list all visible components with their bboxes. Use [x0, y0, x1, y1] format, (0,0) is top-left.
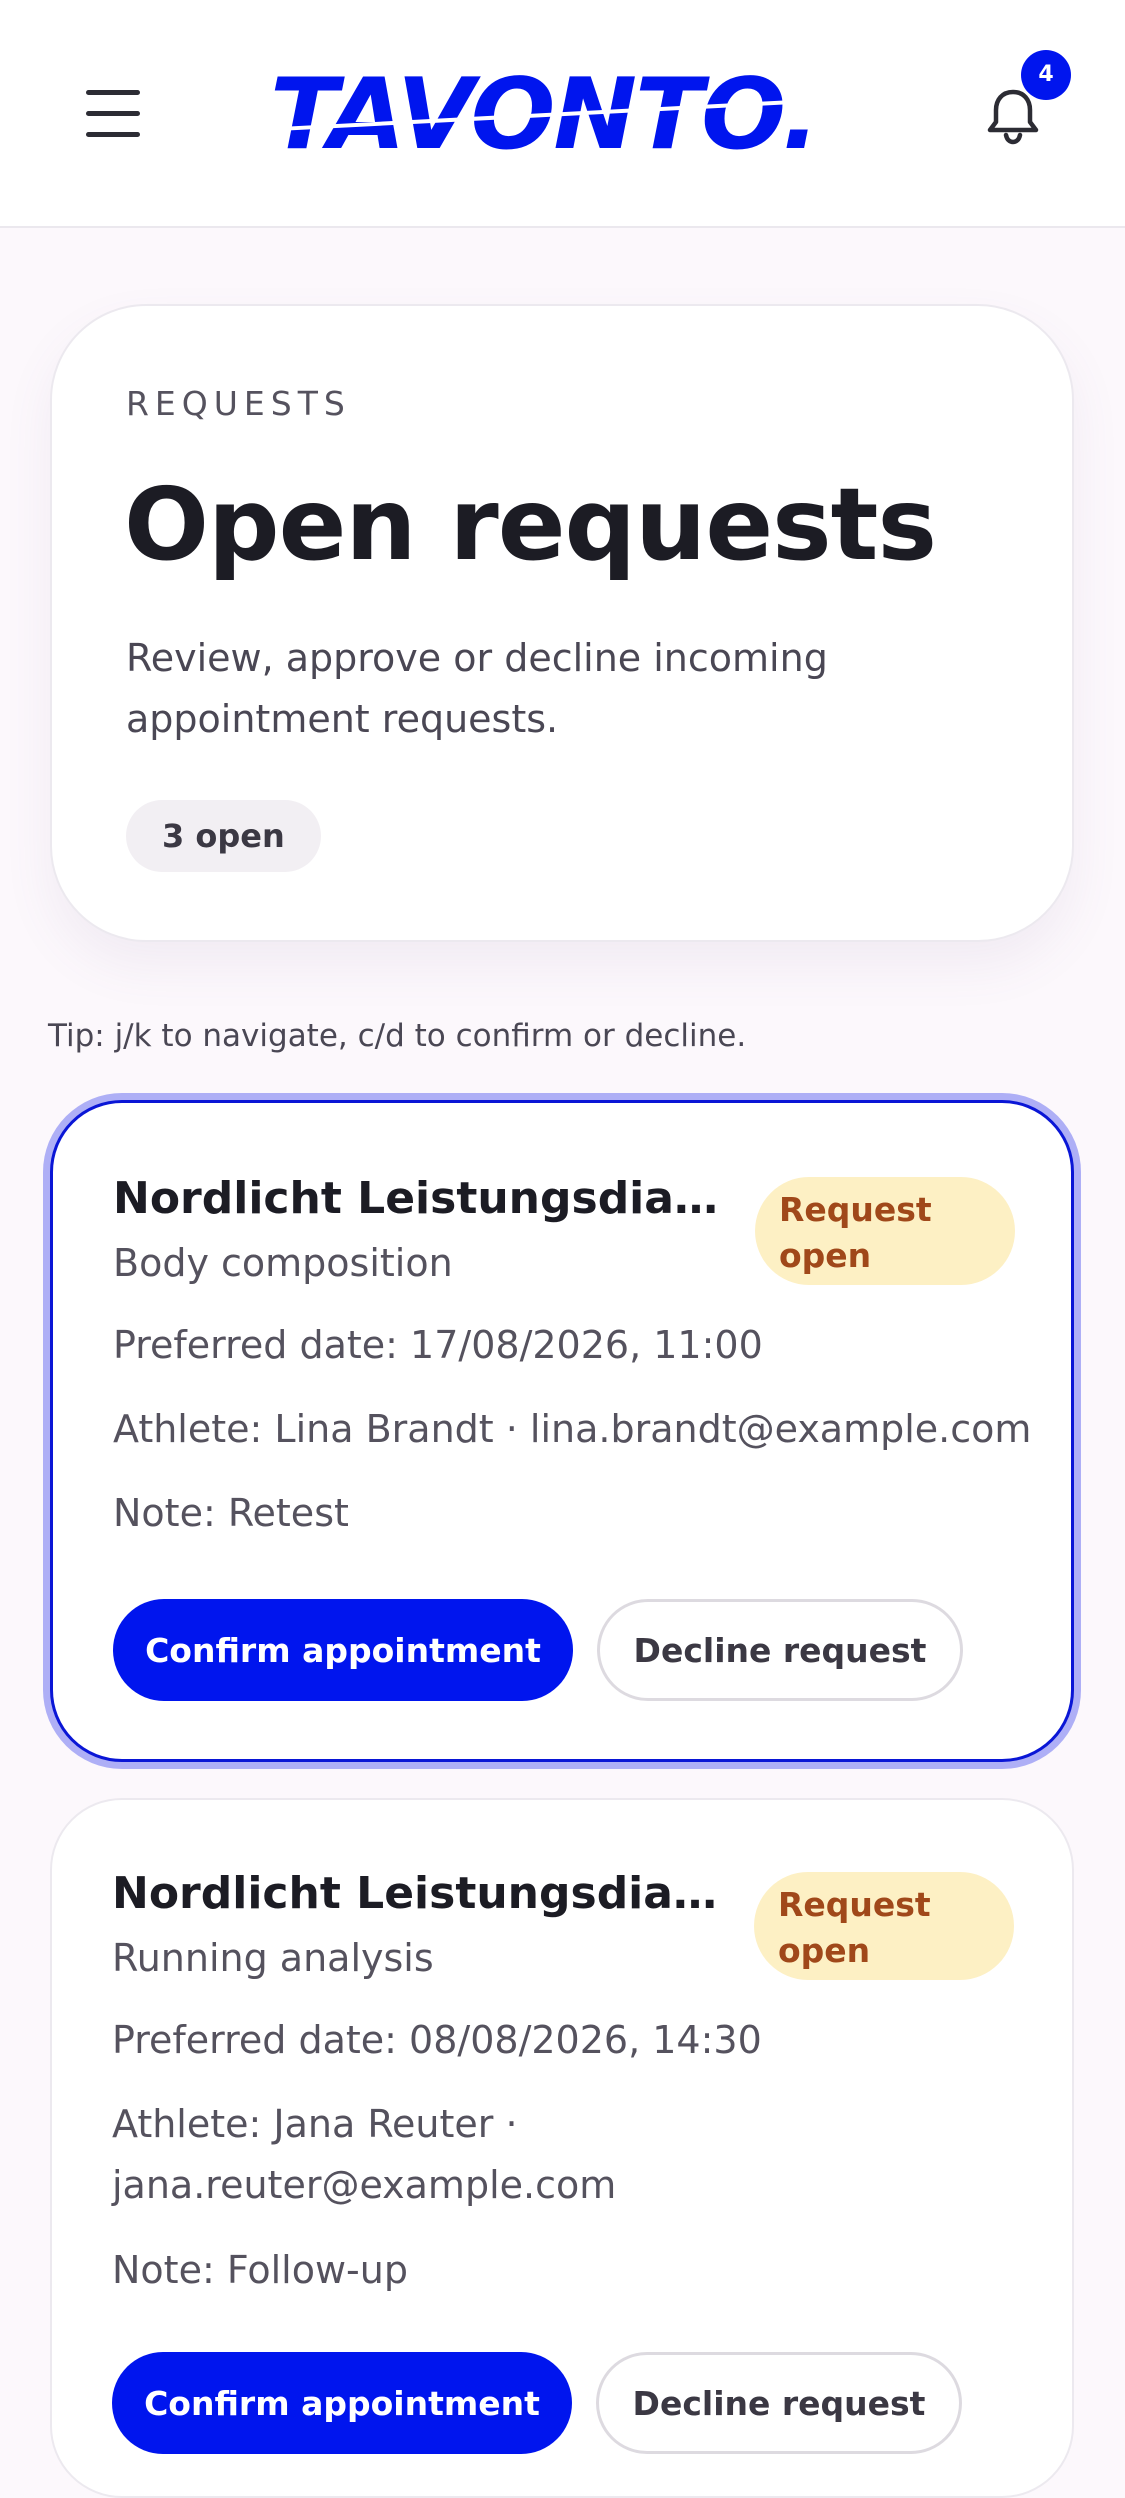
- decline-request-button[interactable]: Decline request: [597, 1599, 963, 1701]
- status-badge: Request open: [754, 1872, 1014, 1980]
- section-eyebrow: REQUESTS: [126, 384, 351, 423]
- keyboard-tip: Tip: j/k to navigate, c/d to confirm or …: [48, 1018, 747, 1054]
- page-title: Open requests: [124, 466, 937, 583]
- app-header: TAVONTO. 4: [0, 0, 1125, 228]
- hero-card: REQUESTS Open requests Review, approve o…: [50, 304, 1074, 942]
- request-card[interactable]: Nordlicht Leistungsdiagnostik Running an…: [50, 1798, 1074, 2498]
- request-service: Running analysis: [112, 1936, 434, 1980]
- brand-logo[interactable]: TAVONTO.: [270, 60, 860, 170]
- status-badge: Request open: [755, 1177, 1015, 1285]
- request-preferred-date: Preferred date: 08/08/2026, 14:30: [112, 2018, 762, 2062]
- page-subtitle: Review, approve or decline incoming appo…: [126, 636, 828, 741]
- menu-icon[interactable]: [84, 90, 144, 138]
- request-note: Note: Retest: [113, 1491, 349, 1535]
- confirm-appointment-button[interactable]: Confirm appointment: [113, 1599, 573, 1701]
- notification-badge: 4: [1021, 50, 1071, 100]
- request-provider: Nordlicht Leistungsdiagnostik: [112, 1868, 732, 1919]
- request-service: Body composition: [113, 1241, 453, 1285]
- decline-request-button[interactable]: Decline request: [596, 2352, 962, 2454]
- request-card[interactable]: Nordlicht Leistungsdiagnostik Body compo…: [50, 1100, 1074, 1762]
- request-note: Note: Follow-up: [112, 2248, 408, 2292]
- confirm-appointment-button[interactable]: Confirm appointment: [112, 2352, 572, 2454]
- request-provider: Nordlicht Leistungsdiagnostik: [113, 1173, 733, 1224]
- request-preferred-date: Preferred date: 17/08/2026, 11:00: [113, 1323, 763, 1367]
- request-athlete: Athlete: Jana Reuter · jana.reuter@examp…: [112, 2102, 617, 2207]
- request-athlete: Athlete: Lina Brandt · lina.brandt@examp…: [113, 1407, 1032, 1451]
- open-count-badge: 3 open: [126, 800, 321, 872]
